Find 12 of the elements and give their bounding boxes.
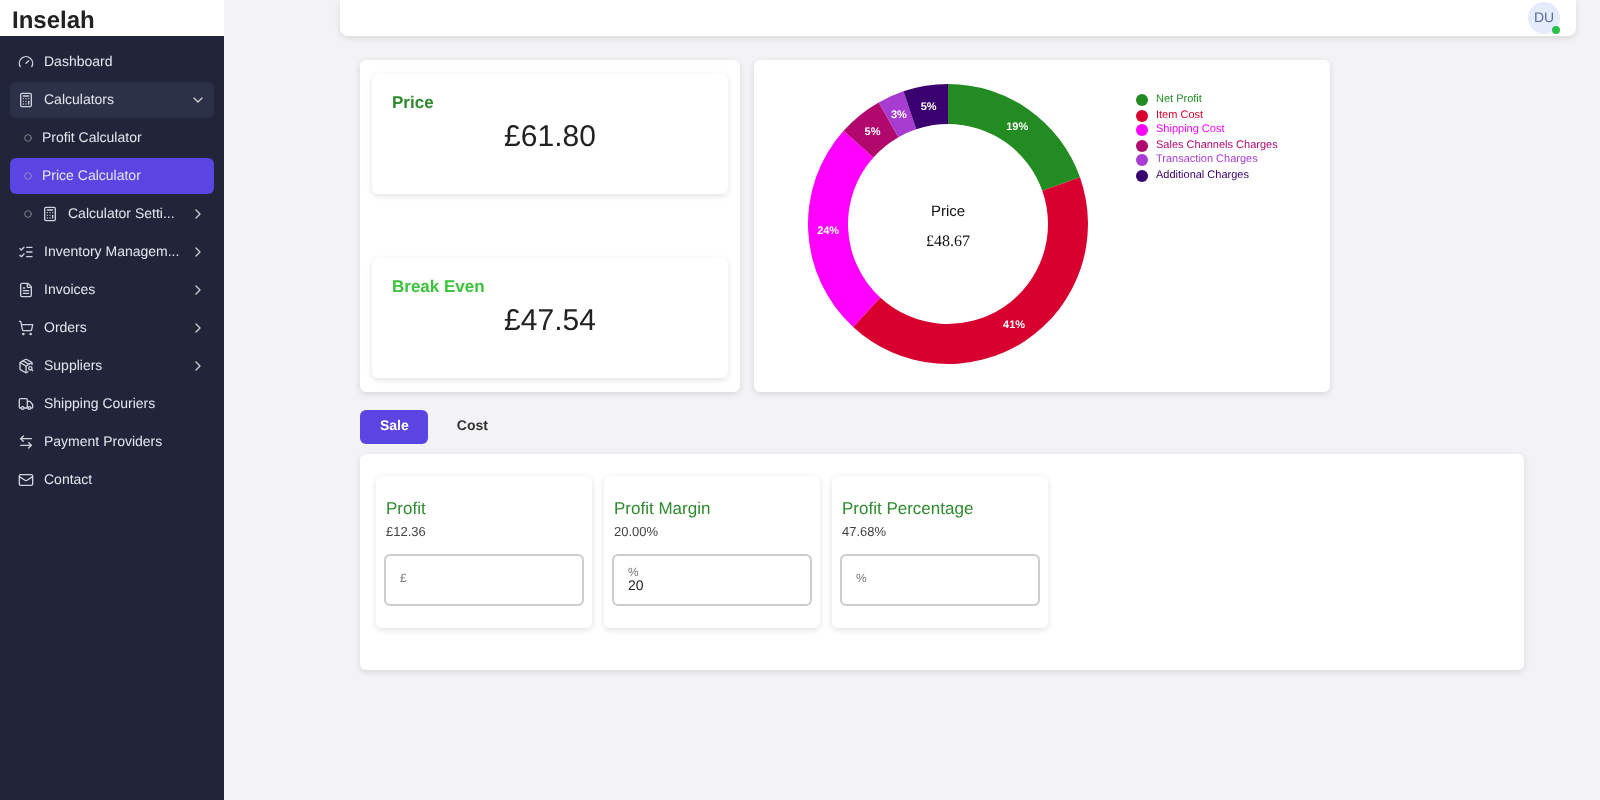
metric-title: Profit [386, 498, 428, 518]
circle-icon [24, 134, 32, 142]
summary-value: £61.80 [502, 120, 598, 154]
donut-center-value: £48.67 [926, 232, 970, 250]
circle-icon [24, 172, 32, 180]
metric-title: Profit Percentage [842, 498, 976, 518]
brand-name: Inselah [12, 8, 95, 32]
summary-label: Break Even [392, 276, 487, 296]
circle-icon [24, 210, 32, 218]
summary-label: Price [392, 92, 436, 112]
summary-value: £47.54 [502, 304, 598, 338]
metric-title: Profit Margin [614, 498, 713, 518]
